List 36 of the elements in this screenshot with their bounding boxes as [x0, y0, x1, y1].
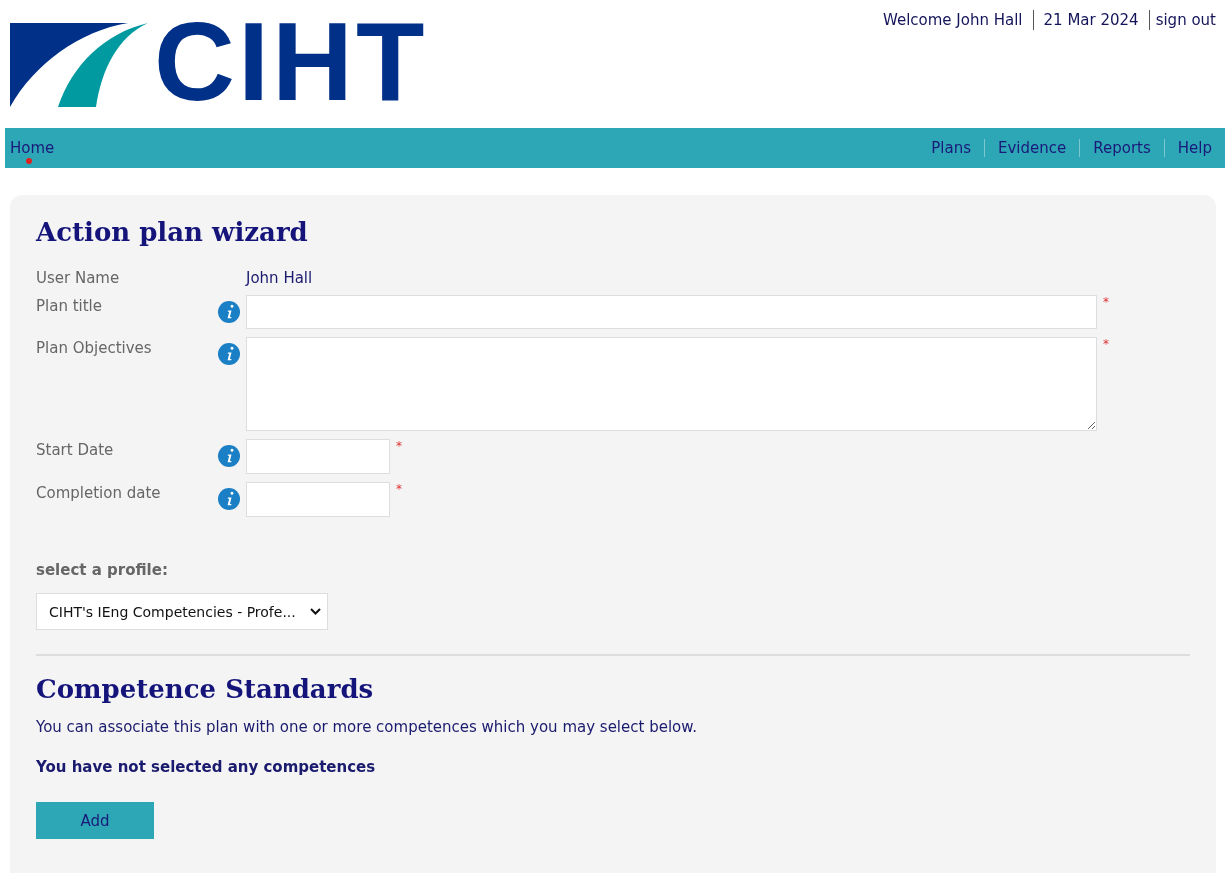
nav-link[interactable]: Help: [1177, 139, 1212, 157]
required-mark: *: [1103, 295, 1109, 309]
logo-swoosh-icon: [10, 23, 148, 107]
nav-link[interactable]: Evidence: [998, 139, 1067, 157]
field-label: Start Date: [36, 440, 115, 459]
field-label: Plan title: [36, 296, 103, 315]
nav-link[interactable]: Reports: [1093, 139, 1151, 157]
field-label: Completion date: [36, 483, 162, 502]
nav-link[interactable]: Home: [10, 139, 55, 157]
section-title: Competence Standards: [36, 674, 375, 704]
profile-label: select a profile:: [36, 561, 169, 579]
welcome-text: Welcome John Hall: [882, 11, 1023, 29]
field-label: Plan Objectives: [36, 338, 153, 357]
field-label: User Name: [36, 269, 121, 287]
required-mark: *: [396, 482, 402, 496]
profile-dropdown[interactable]: CIHT's IEng Competencies - Profe...: [36, 593, 328, 630]
info-icon[interactable]: [218, 301, 240, 323]
date-field[interactable]: [246, 439, 390, 474]
required-mark: *: [1103, 337, 1109, 351]
page-title: Action plan wizard: [36, 217, 309, 247]
intro-text: You can associate this plan with one or more competences which you may select below.: [36, 718, 698, 736]
required-mark: *: [396, 439, 402, 453]
add-button[interactable]: Add: [36, 802, 154, 839]
info-icon[interactable]: [218, 343, 240, 365]
nav-link[interactable]: Plans: [931, 139, 971, 157]
info-icon[interactable]: [218, 488, 240, 510]
sign-out-link[interactable]: sign out: [1155, 11, 1216, 29]
user-name-value: John Hall: [246, 269, 314, 287]
objectives-field[interactable]: [246, 337, 1097, 431]
input-field[interactable]: [246, 295, 1097, 329]
chevron-down-icon: [309, 608, 321, 615]
status-text: You have not selected any competences: [36, 758, 377, 776]
date-field[interactable]: [246, 482, 390, 517]
logo-text: CIHT: [154, 6, 428, 118]
info-icon[interactable]: [218, 445, 240, 467]
date-text: 21 Mar 2024: [1043, 11, 1139, 29]
